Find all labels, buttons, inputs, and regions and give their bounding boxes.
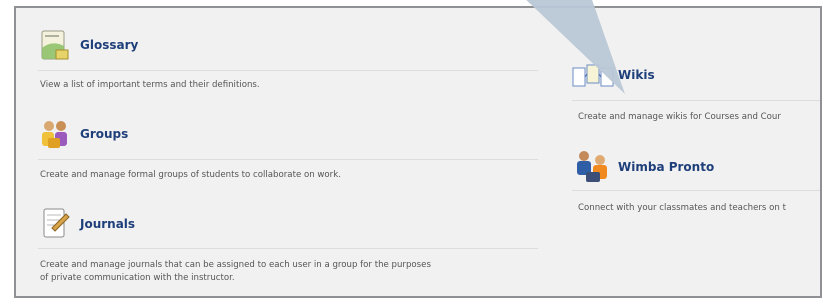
journals-icon — [38, 206, 72, 240]
glossary-title[interactable]: Glossary — [80, 38, 138, 52]
wimba-pronto-icon — [572, 148, 607, 182]
groups-title[interactable]: Groups — [80, 127, 128, 141]
journals-description-line2: of private communication with the instru… — [40, 273, 235, 283]
divider — [38, 159, 538, 160]
wimba-pronto-description: Connect with your classmates and teacher… — [578, 203, 786, 213]
divider — [572, 190, 820, 191]
groups-description: Create and manage formal groups of stude… — [40, 170, 341, 180]
divider — [38, 248, 538, 249]
journals-title[interactable]: Journals — [80, 217, 135, 231]
journals-description-line1: Create and manage journals that can be a… — [40, 260, 431, 270]
wikis-description: Create and manage wikis for Courses and … — [578, 112, 781, 122]
divider — [38, 70, 538, 71]
glossary-icon — [38, 28, 72, 62]
glossary-description: View a list of important terms and their… — [40, 80, 260, 90]
callout-pointer — [520, 0, 660, 104]
wimba-pronto-title[interactable]: Wimba Pronto — [618, 160, 714, 174]
groups-icon — [38, 117, 72, 151]
tools-panel: Glossary View a list of important terms … — [14, 6, 822, 298]
